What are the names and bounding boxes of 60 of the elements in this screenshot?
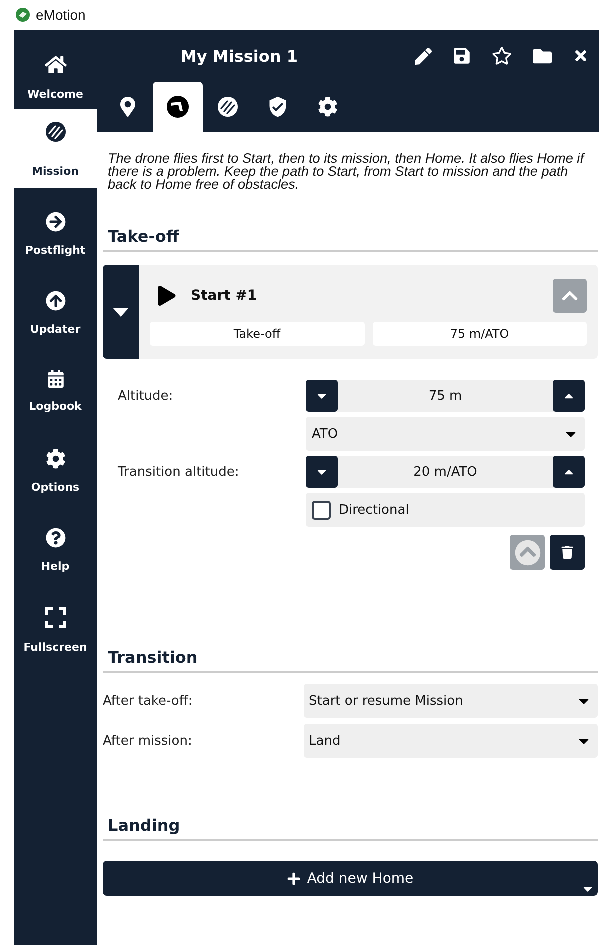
dropdown[interactable]: Start or resume Mission [304,684,598,718]
home-icon [44,54,66,76]
section-heading: Transition [103,648,598,673]
increment-button[interactable] [553,456,585,488]
folder-icon[interactable] [533,46,552,66]
close-icon[interactable] [573,48,589,64]
delete-button[interactable] [550,535,585,570]
tab[interactable] [153,82,203,132]
upload-icon [46,291,66,311]
field-label: After mission: [103,734,194,748]
dropdown[interactable]: Land [304,724,598,758]
settings-icon [46,449,66,469]
start-title: Start #1 [191,288,258,304]
play-icon [157,286,177,306]
sidebar-label: Postflight [25,244,86,257]
sidebar-label: Help [41,560,70,573]
start-altitude: 75 m/ATO [372,322,587,346]
transition-altitude-spinner[interactable]: 20 m/ATO [306,456,585,488]
caret-down-icon [113,308,129,316]
settings-icon [318,97,338,117]
help-icon [46,528,66,548]
decrement-button[interactable] [306,380,338,412]
field-label: Altitude: [117,388,174,404]
sidebar-item[interactable]: Mission [14,109,97,188]
expand-toggle[interactable] [103,265,139,359]
chevron-circle-up-icon [514,540,540,566]
window-title: eMotion [36,7,86,23]
sidebar-label: Options [31,481,80,494]
start-type: Take-off [150,322,364,346]
field-label: Transition altitude: [117,464,240,480]
shield-check-icon [267,96,289,118]
star-icon[interactable] [492,46,512,66]
edit-icon[interactable] [415,48,432,64]
sidebar-label: Fullscreen [24,641,88,654]
collapse-button[interactable] [553,279,587,313]
takeoff-icon [166,95,190,119]
decrement-button[interactable] [306,456,338,488]
directional-checkbox[interactable]: Directional [306,493,585,527]
striped-ball-icon [217,96,239,118]
sidebar-label: Mission [32,165,79,178]
sidebar-label: Logbook [29,400,82,413]
section-heading: Landing [103,816,598,841]
altitude-spinner[interactable]: 75 m [306,380,585,412]
reference-dropdown[interactable]: ATO [306,417,585,451]
app-logo-icon [16,8,30,22]
trash-icon [561,546,574,559]
fullscreen-icon [44,607,66,629]
description-text: The drone flies first to Start, then to its mission, then Home. It also flies Home if there is a problem. Keep the path to Start, from Start to mission and the path back to Home free of obstacles. [108,152,586,191]
field-label: After take-off: [103,694,194,708]
add-home-button[interactable]: Add new Home [103,861,598,896]
save-icon[interactable] [453,47,471,65]
plus-icon [287,872,302,886]
section-heading: Take-off [103,227,598,252]
increment-button[interactable] [553,380,585,412]
pin-icon [118,97,138,117]
sidebar-label: Welcome [28,88,84,101]
calendar-icon [46,370,64,388]
striped-ball-icon [44,121,66,143]
mission-title: My Mission 1 [181,46,299,66]
sidebar-label: Updater [30,323,81,336]
